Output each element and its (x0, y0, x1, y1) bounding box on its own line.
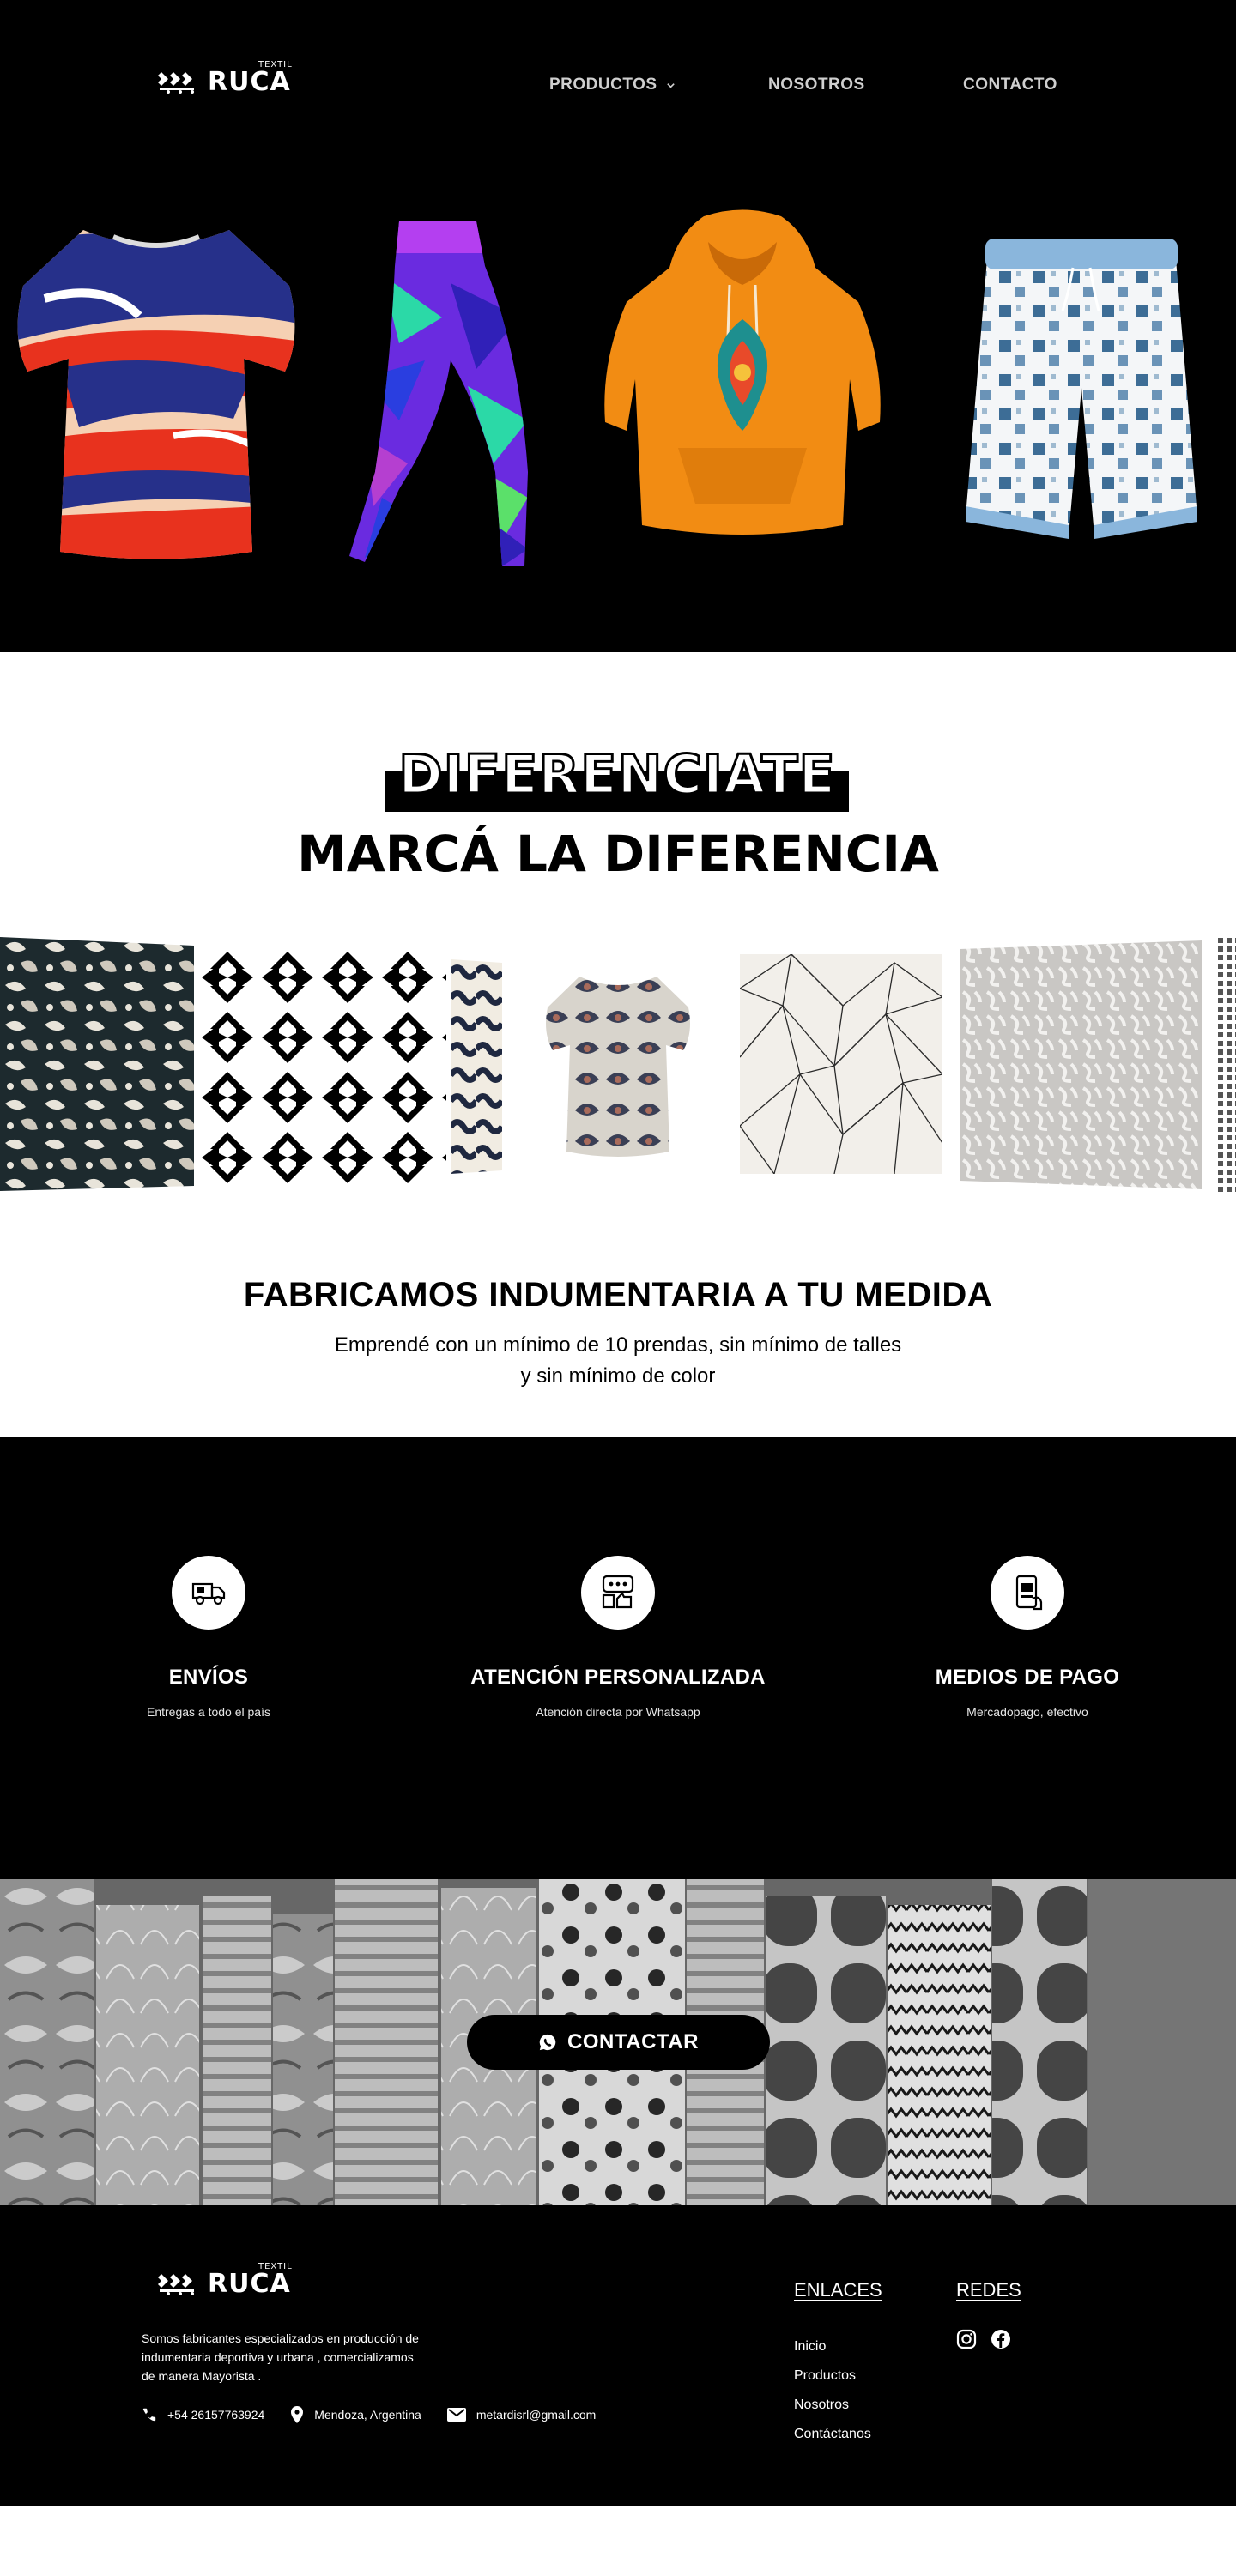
footer-link-item: Nosotros (794, 2391, 871, 2420)
footer-link-inicio[interactable]: Inicio (794, 2339, 826, 2354)
feature-envios: ENVÍOS Entregas a todo el país (28, 1556, 389, 1720)
footer-link-item: Inicio (794, 2332, 871, 2361)
location-pin-icon (291, 2406, 304, 2423)
footer: RUCA TEXTIL Somos fabricantes especializ… (0, 2205, 1236, 2506)
footer-email[interactable]: metardisrl@gmail.com (446, 2408, 597, 2422)
feature-icon-circle (172, 1556, 245, 1630)
brand-name-text: RUCA (208, 67, 291, 97)
footer-phone-text: +54 26157763924 (167, 2408, 265, 2422)
footer-links-list: Inicio Productos Nosotros Contáctanos (794, 2332, 871, 2449)
footer-location-text: Mendoza, Argentina (314, 2408, 421, 2422)
pattern-geometric-image[interactable] (740, 954, 942, 1174)
feature-title: ATENCIÓN PERSONALIZADA (470, 1666, 766, 1689)
footer-social-title: REDES (956, 2279, 1021, 2301)
pattern-maze-image[interactable] (960, 940, 1202, 1189)
shorts-image[interactable] (961, 233, 1202, 551)
about-line: indumentaria deportiva y urbana , comerc… (142, 2350, 414, 2364)
page-bottom-spacer (0, 2506, 1236, 2576)
tshirt-image[interactable] (10, 221, 302, 565)
features-section: ENVÍOS Entregas a todo el país ATENCIÓN … (0, 1437, 1236, 1879)
whatsapp-icon (539, 2034, 556, 2051)
outline-title: DIFERENCIATE (397, 743, 837, 806)
nav-item-nosotros[interactable]: NOSOTROS (768, 76, 923, 94)
feature-title: ENVÍOS (168, 1666, 249, 1689)
footer-link-contactanos[interactable]: Contáctanos (794, 2427, 871, 2441)
footer-location: Mendoza, Argentina (290, 2406, 421, 2423)
feature-medios-pago: MEDIOS DE PAGO Mercadopago, efectivo (847, 1556, 1208, 1720)
footer-email-text: metardisrl@gmail.com (476, 2408, 597, 2422)
footer-about-text: Somos fabricantes especializados en prod… (142, 2329, 468, 2386)
contact-whatsapp-button[interactable]: CONTACTAR (467, 2015, 770, 2070)
header: RUCA TEXTIL PRODUCTOS NOSOTROS CONTACTO (0, 0, 1236, 172)
instagram-link[interactable] (956, 2329, 977, 2354)
facebook-link[interactable] (991, 2329, 1011, 2354)
phone-icon (142, 2408, 156, 2422)
footer-contact-info: +54 26157763924 Mendoza, Argentina metar… (142, 2406, 596, 2423)
chevron-down-icon (666, 82, 675, 88)
logo-mark-icon (158, 72, 194, 94)
fabricamos-subtitle-line1: Emprendé con un mínimo de 10 prendas, si… (334, 1333, 902, 1357)
feature-subtitle: Entregas a todo el país (147, 1705, 270, 1719)
footer-link-item: Contáctanos (794, 2420, 871, 2449)
feature-subtitle: Mercadopago, efectivo (966, 1705, 1088, 1719)
feature-icon-circle (991, 1556, 1064, 1630)
pattern-dots-image[interactable] (1217, 937, 1236, 1194)
hoodie-image[interactable] (601, 208, 884, 551)
footer-links-title: ENLACES (794, 2279, 882, 2301)
nav-item-label: PRODUCTOS (549, 76, 657, 94)
chat-support-icon (602, 1575, 634, 1609)
brand-name: RUCA TEXTIL (208, 61, 292, 97)
product-showcase (0, 197, 1236, 584)
pattern-tribal-image[interactable] (197, 947, 446, 1188)
feature-icon-circle (581, 1556, 655, 1630)
footer-link-item: Productos (794, 2361, 871, 2391)
contact-button-label: CONTACTAR (567, 2030, 699, 2053)
footer-social-links (956, 2329, 1011, 2354)
nav-item-productos[interactable]: PRODUCTOS (549, 76, 704, 94)
fabricamos-subtitle: Emprendé con un mínimo de 10 prendas, si… (0, 1330, 1236, 1392)
truck-icon (191, 1582, 226, 1605)
feature-subtitle: Atención directa por Whatsapp (536, 1705, 700, 1719)
footer-brand-logo[interactable]: RUCA TEXTIL (156, 2263, 292, 2299)
section-title: MARCÁ LA DIFERENCIA (297, 825, 939, 883)
nav-item-contacto[interactable]: CONTACTO (963, 76, 1083, 94)
feature-title: MEDIOS DE PAGO (935, 1666, 1120, 1689)
brand-tag: TEXTIL (258, 2262, 293, 2271)
footer-link-nosotros[interactable]: Nosotros (794, 2398, 849, 2412)
printed-tshirt-image[interactable] (541, 971, 695, 1160)
brand-logo[interactable]: RUCA TEXTIL (156, 61, 292, 97)
footer-link-productos[interactable]: Productos (794, 2368, 856, 2383)
footer-brand-name: RUCA TEXTIL (208, 2263, 292, 2299)
nav-item-label: CONTACTO (963, 76, 1057, 94)
pattern-floral-image[interactable] (0, 937, 194, 1191)
phone-payment-icon (1015, 1575, 1043, 1611)
instagram-icon (956, 2329, 977, 2349)
nav-item-label: NOSOTROS (768, 76, 865, 94)
pattern-waves-image[interactable] (451, 959, 502, 1174)
pattern-gallery (0, 937, 1236, 1194)
footer-phone[interactable]: +54 26157763924 (142, 2407, 264, 2422)
about-line: de manera Mayorista . (142, 2369, 262, 2383)
diferenciate-section: DIFERENCIATE MARCÁ LA DIFERENCIA FABRICA… (0, 652, 1236, 1437)
fabricamos-title: FABRICAMOS INDUMENTARIA A TU MEDIDA (243, 1276, 993, 1314)
fabricamos-subtitle-line2: y sin mínimo de color (520, 1364, 716, 1388)
facebook-icon (991, 2330, 1010, 2349)
logo-mark-icon (158, 2274, 194, 2295)
fabric-rolls-banner: CONTACTAR (0, 1879, 1236, 2205)
about-line: Somos fabricantes especializados en prod… (142, 2331, 419, 2345)
leggings-image[interactable] (348, 215, 536, 575)
brand-name-text: RUCA (208, 2269, 291, 2299)
feature-atencion: ATENCIÓN PERSONALIZADA Atención directa … (438, 1556, 798, 1720)
mail-icon (446, 2408, 466, 2422)
hero-section: RUCA TEXTIL PRODUCTOS NOSOTROS CONTACTO (0, 0, 1236, 652)
brand-tag: TEXTIL (258, 60, 293, 70)
